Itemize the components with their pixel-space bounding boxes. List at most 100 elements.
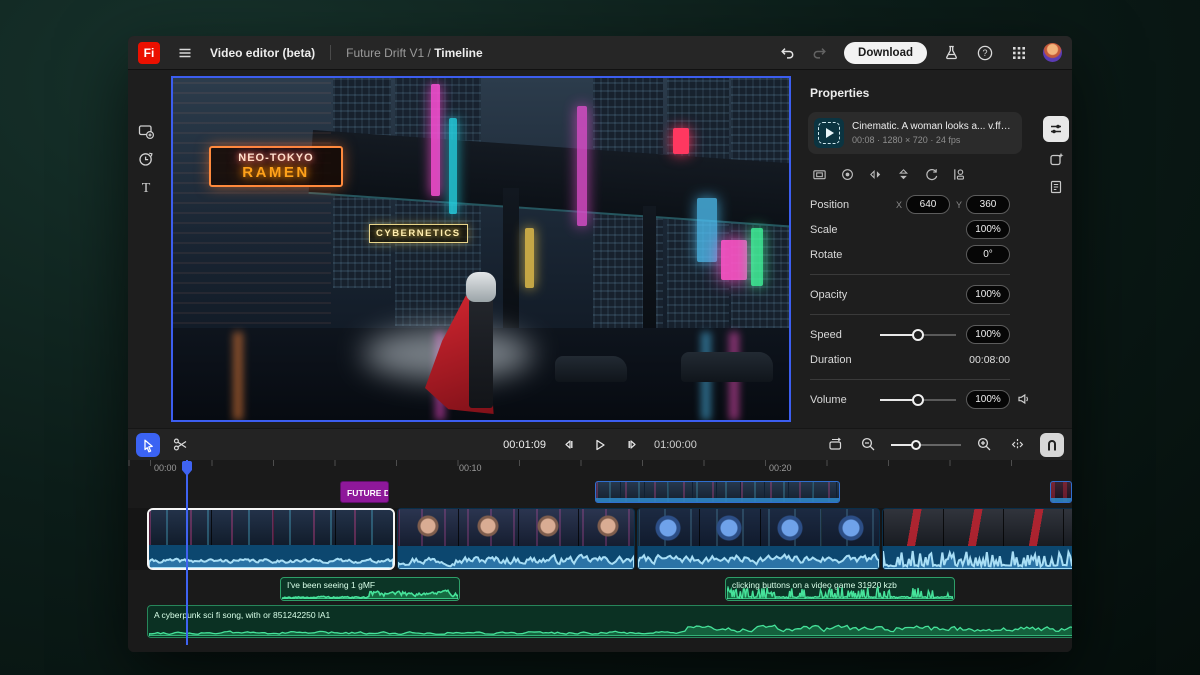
audio-waveform [282, 587, 458, 599]
ruler-label: 00:10 [459, 463, 482, 473]
align-icon[interactable] [952, 167, 967, 182]
generate-sparkle-icon [1048, 151, 1065, 168]
neon-sign [751, 228, 763, 286]
neon-sign [721, 240, 747, 280]
transform-icon-row [812, 164, 1010, 184]
x-axis-label: X [896, 200, 902, 210]
speaker-icon[interactable] [1016, 391, 1032, 407]
mask-circle-icon[interactable] [840, 167, 855, 182]
track-options-icon[interactable] [825, 435, 845, 455]
text-clip[interactable]: FUTURE DRI [340, 481, 389, 503]
rotate-icon[interactable] [924, 167, 939, 182]
split-scissors-icon[interactable] [170, 435, 190, 455]
generate-panel-toggle[interactable] [1043, 146, 1069, 172]
zoom-out-icon[interactable] [858, 435, 878, 455]
rotate-label: Rotate [810, 249, 966, 261]
trim-split-icon[interactable] [1007, 435, 1027, 455]
redo-icon[interactable] [810, 43, 830, 63]
audio-clip[interactable]: I've been seeing 1 gMF [280, 577, 460, 601]
breadcrumb-separator: / [428, 46, 431, 60]
overlay-track: FUTURE DRI [128, 481, 1072, 503]
properties-panel: Properties Cinematic. A woman looks a...… [796, 70, 1036, 428]
sliders-icon [1048, 121, 1064, 137]
snap-magnet-button[interactable] [1040, 433, 1064, 457]
opacity-row: Opacity 100% [810, 282, 1010, 307]
speed-input[interactable]: 100% [966, 325, 1010, 344]
playhead[interactable] [186, 460, 188, 645]
volume-slider[interactable] [880, 394, 956, 406]
selected-clip-card[interactable]: Cinematic. A woman looks a... v.ffgenvid… [808, 112, 1022, 154]
fit-frame-icon[interactable] [812, 167, 827, 182]
position-y-input[interactable]: 360 [966, 195, 1010, 214]
clip-thumbnail-icon [814, 118, 844, 148]
position-x-input[interactable]: 640 [906, 195, 950, 214]
speed-slider[interactable] [880, 329, 956, 341]
clip-audio-waveform [638, 546, 879, 569]
timeline-zoom-slider[interactable] [891, 440, 961, 450]
frame-back-icon[interactable] [558, 435, 578, 455]
volume-input[interactable]: 100% [966, 390, 1010, 409]
video-clip-cape[interactable] [882, 508, 1072, 570]
duration-label: Duration [810, 354, 969, 366]
help-icon[interactable]: ? [975, 43, 995, 63]
audio-clip[interactable]: clicking buttons on a video game 31920 k… [725, 577, 955, 601]
woman-hair [466, 272, 496, 302]
ruler-label: 00:00 [154, 463, 177, 473]
apps-grid-icon[interactable] [1009, 43, 1029, 63]
zoom-in-icon[interactable] [974, 435, 994, 455]
audio-track-1: I've been seeing 1 gMF clicking buttons … [128, 577, 1072, 601]
sign-text-neo-tokyo: NEO-TOKYO [217, 152, 335, 164]
firefly-logo[interactable]: Fi [138, 42, 160, 64]
svg-text:?: ? [982, 48, 987, 58]
neon-sign [431, 84, 440, 196]
clip-thumbnails [638, 509, 879, 548]
left-toolbar: T [128, 70, 164, 428]
total-duration: 01:00:00 [654, 439, 697, 451]
breadcrumb-project[interactable]: Future Drift V1 [346, 46, 424, 60]
cursor-icon [140, 437, 156, 453]
scale-input[interactable]: 100% [966, 220, 1010, 239]
scale-label: Scale [810, 224, 966, 236]
neon-sign [577, 106, 587, 226]
video-clip-woman[interactable] [397, 508, 635, 570]
speed-row: Speed 100% [810, 322, 1010, 347]
properties-panel-toggle[interactable] [1043, 116, 1069, 142]
bridge-pillar [643, 206, 656, 346]
duration-row: Duration 00:08:00 [810, 347, 1010, 372]
avatar[interactable] [1043, 43, 1062, 62]
video-clip-city[interactable] [147, 508, 395, 570]
scale-row: Scale 100% [810, 217, 1010, 242]
reflection [233, 332, 243, 420]
beaker-icon[interactable] [941, 43, 961, 63]
breadcrumb[interactable]: Future Drift V1 / Timeline [346, 46, 483, 60]
opacity-input[interactable]: 100% [966, 285, 1010, 304]
undo-icon[interactable] [776, 43, 796, 63]
history-clock-icon[interactable] [137, 150, 155, 168]
add-media-icon[interactable] [137, 122, 155, 140]
right-toolbar [1040, 70, 1072, 428]
video-preview-canvas[interactable]: NEO-TOKYO RAMEN CYBERNETICS [171, 76, 791, 422]
breadcrumb-page: Timeline [434, 46, 482, 60]
ruler-label: 00:20 [769, 463, 792, 473]
timeline-toolbar: 00:01:09 01:00:00 [128, 428, 1072, 460]
rotate-input[interactable]: 0° [966, 245, 1010, 264]
timeline-ruler[interactable]: 00:00 00:10 00:20 00:30 [128, 460, 1072, 477]
select-tool-button[interactable] [136, 433, 160, 457]
frame-forward-icon[interactable] [622, 435, 642, 455]
play-button[interactable] [590, 435, 610, 455]
video-clip-robot[interactable] [637, 508, 880, 570]
flip-vertical-icon[interactable] [896, 167, 911, 182]
notes-panel-toggle[interactable] [1043, 174, 1069, 200]
music-clip[interactable]: A cyberpunk sci fi song, with or 8512422… [147, 605, 1072, 638]
hamburger-menu-icon[interactable] [175, 43, 195, 63]
download-button[interactable]: Download [844, 42, 927, 64]
text-tool-icon[interactable]: T [137, 178, 155, 196]
overlay-video-clip[interactable] [1050, 481, 1072, 503]
parked-car [555, 356, 627, 382]
clip-audio-waveform [883, 546, 1072, 569]
clip-thumbnails [883, 509, 1072, 548]
divider [810, 314, 1010, 315]
flip-horizontal-icon[interactable] [868, 167, 883, 182]
overlay-video-clip[interactable] [595, 481, 840, 503]
neon-sign [697, 198, 717, 262]
